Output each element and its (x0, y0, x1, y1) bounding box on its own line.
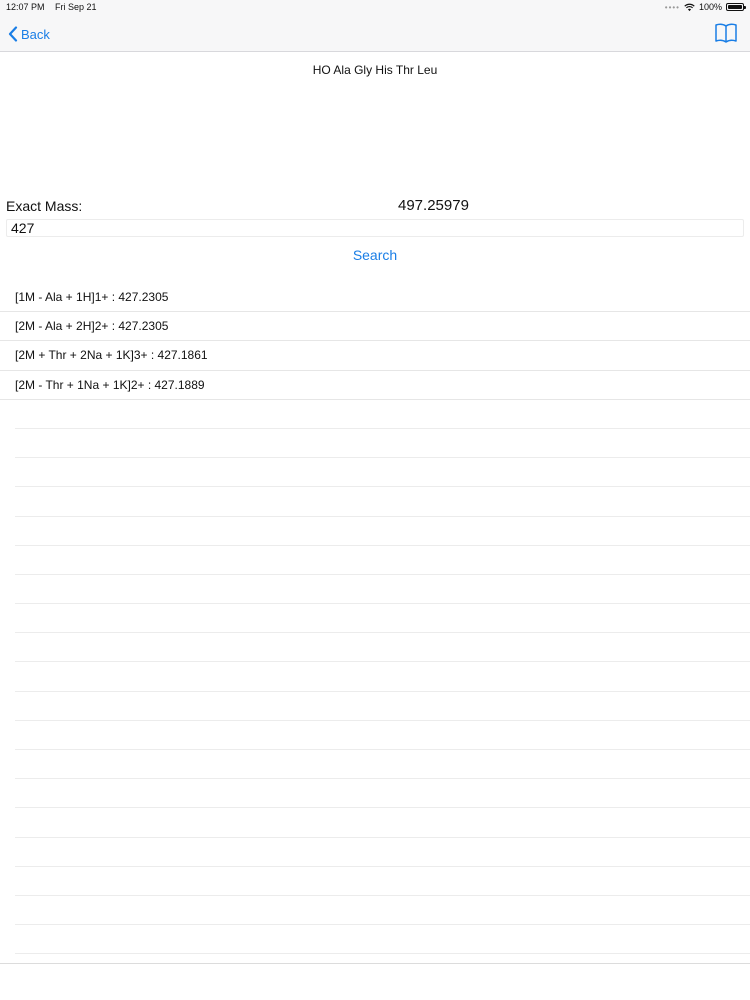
back-label: Back (21, 26, 50, 42)
exact-mass-label: Exact Mass: (6, 198, 83, 214)
result-row[interactable]: [2M + Thr + 2Na + 1K]3+ : 427.1861 (0, 341, 750, 371)
empty-row (15, 517, 750, 546)
exact-mass-value: 497.25979 (398, 197, 469, 214)
wifi-icon (684, 3, 695, 11)
empty-row (15, 546, 750, 575)
status-bar: 12:07 PM Fri Sep 21 •••• 100% (0, 0, 750, 16)
battery-percent: 100% (698, 2, 722, 12)
status-date: Fri Sep 21 (55, 2, 97, 12)
empty-row (15, 838, 750, 867)
chevron-left-icon (8, 26, 18, 42)
empty-row (15, 692, 750, 721)
empty-row (15, 633, 750, 663)
empty-row (15, 779, 750, 809)
back-button[interactable]: Back (8, 24, 50, 44)
signal-dots-icon: •••• (664, 2, 680, 12)
navigation-bar: Back (0, 16, 750, 52)
empty-row (15, 604, 750, 634)
empty-row (15, 896, 750, 926)
empty-row (15, 458, 750, 488)
result-row[interactable]: [1M - Ala + 1H]1+ : 427.2305 (0, 283, 750, 313)
bookmarks-button[interactable] (714, 22, 738, 44)
empty-row (15, 750, 750, 780)
result-row[interactable]: [2M - Thr + 1Na + 1K]2+ : 427.1889 (0, 371, 750, 400)
result-row[interactable]: [2M - Ala + 2H]2+ : 427.2305 (0, 312, 750, 342)
status-time: 12:07 PM (6, 2, 45, 12)
bottom-divider (0, 963, 750, 964)
empty-row (15, 575, 750, 605)
mass-search-input[interactable] (6, 219, 744, 237)
empty-row (15, 808, 750, 838)
empty-row (15, 662, 750, 692)
empty-row (15, 721, 750, 750)
peptide-sequence: HO Ala Gly His Thr Leu (312, 63, 438, 77)
search-button[interactable]: Search (0, 247, 750, 263)
book-icon (715, 23, 737, 43)
battery-icon (726, 3, 746, 11)
results-list: [1M - Ala + 1H]1+ : 427.2305 [2M - Ala +… (0, 283, 750, 955)
empty-row (15, 925, 750, 955)
empty-row (15, 867, 750, 896)
empty-row (15, 400, 750, 429)
empty-row (15, 487, 750, 517)
empty-row (15, 429, 750, 459)
